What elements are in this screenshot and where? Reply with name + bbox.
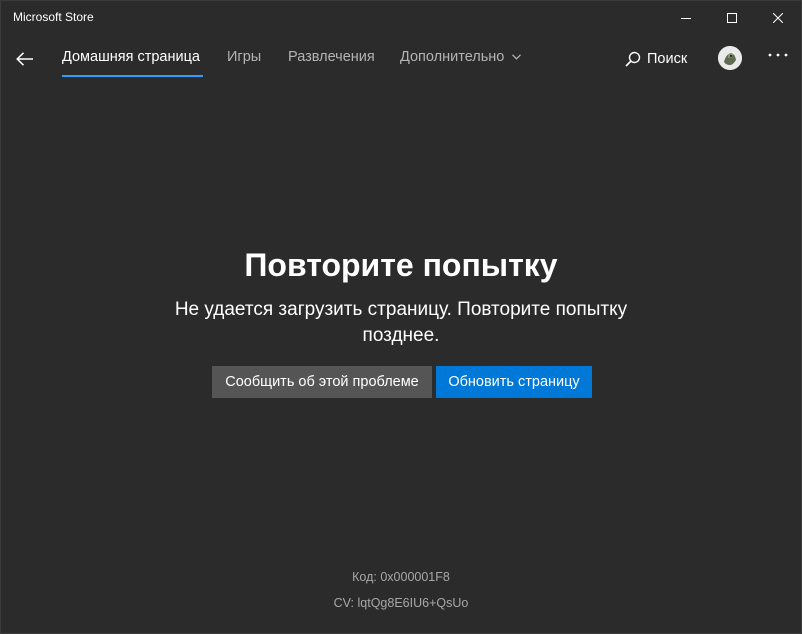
maximize-button[interactable] bbox=[709, 1, 755, 35]
correlation-vector: CV: lqtQg8E6IU6+QsUo bbox=[333, 596, 469, 610]
account-avatar[interactable] bbox=[718, 46, 742, 70]
tab-games[interactable]: Игры bbox=[227, 49, 261, 65]
refresh-page-button[interactable]: Обновить страницу bbox=[436, 366, 592, 398]
maximize-icon bbox=[727, 13, 737, 23]
nav-bar: Домашняя страница Игры Развлечения Допол… bbox=[1, 35, 801, 83]
title-bar: Microsoft Store bbox=[1, 1, 801, 35]
close-icon bbox=[773, 13, 783, 23]
tab-home[interactable]: Домашняя страница bbox=[62, 49, 200, 65]
tab-entertainment[interactable]: Развлечения bbox=[288, 49, 375, 65]
search-icon bbox=[625, 51, 641, 67]
error-code: Код: 0x000001F8 bbox=[352, 570, 450, 584]
close-button[interactable] bbox=[755, 1, 801, 35]
error-title: Повторите попытку bbox=[244, 247, 558, 283]
store-window: Microsoft Store Домашняя страница Игры Р… bbox=[0, 0, 802, 634]
minimize-icon bbox=[681, 18, 691, 19]
error-message: Не удается загрузить страницу. Повторите… bbox=[174, 299, 628, 346]
back-arrow-icon bbox=[16, 52, 33, 66]
app-title: Microsoft Store bbox=[13, 10, 94, 24]
minimize-button[interactable] bbox=[663, 1, 709, 35]
back-button[interactable] bbox=[7, 41, 43, 77]
active-tab-indicator bbox=[62, 75, 203, 77]
tab-more[interactable]: Дополнительно bbox=[400, 48, 522, 65]
search-button[interactable]: Поиск bbox=[625, 47, 687, 71]
report-problem-button[interactable]: Сообщить об этой проблеме bbox=[212, 366, 432, 398]
chevron-down-icon bbox=[512, 48, 522, 64]
tab-more-label: Дополнительно bbox=[400, 49, 505, 65]
more-options-button[interactable] bbox=[761, 43, 795, 67]
more-dots-icon bbox=[768, 53, 788, 57]
search-label: Поиск bbox=[647, 51, 688, 67]
avatar-image-icon bbox=[718, 46, 742, 70]
